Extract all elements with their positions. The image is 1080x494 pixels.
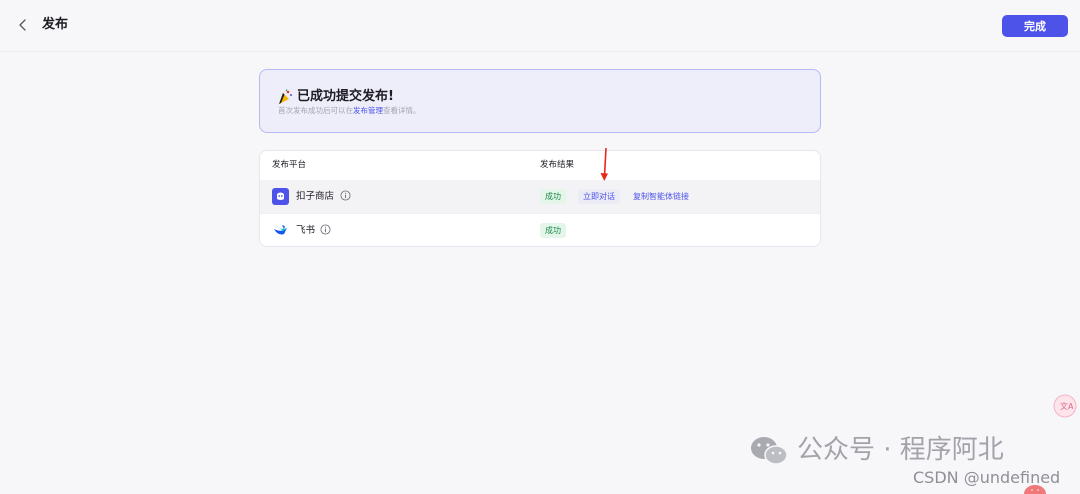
platform-name: 飞书 (296, 225, 316, 236)
svg-text:文A: 文A (1060, 401, 1074, 411)
coze-store-icon (272, 188, 289, 205)
feishu-icon (274, 225, 287, 235)
copy-agent-link-button[interactable]: 复制智能体链接 (633, 189, 689, 204)
wechat-icon (751, 437, 788, 465)
banner-sub-before: 首次发布成功后可以在 (278, 106, 353, 115)
done-button[interactable]: 完成 (1002, 15, 1068, 37)
publish-result-table: 发布平台 发布结果 扣子商店 成功 立即对话 复制智能体链接 飞书 成功 (259, 150, 821, 247)
publish-management-link[interactable]: 发布管理 (353, 106, 383, 115)
table-row: 飞书 成功 (260, 213, 820, 246)
page-title: 发布 (42, 17, 69, 32)
column-header-result: 发布结果 (540, 160, 575, 170)
success-banner: 已成功提交发布! 首次发布成功后可以在发布管理查看详情。 (259, 69, 821, 133)
top-bar: 发布 完成 (0, 0, 1080, 52)
table-header: 发布平台 发布结果 (260, 151, 820, 180)
party-popper-icon (279, 89, 292, 104)
table-row: 扣子商店 成功 立即对话 复制智能体链接 (260, 180, 820, 214)
banner-subtitle: 首次发布成功后可以在发布管理查看详情。 (278, 105, 421, 117)
back-arrow-icon[interactable] (14, 16, 32, 34)
status-badge: 成功 (540, 223, 566, 238)
avatar (1024, 485, 1046, 494)
banner-sub-after: 查看详情。 (383, 106, 421, 115)
translate-icon[interactable]: 文A (1053, 394, 1077, 418)
platform-name: 扣子商店 (296, 191, 335, 202)
watermark-text: 公众号 · 程序阿北 (797, 435, 1004, 465)
info-icon[interactable] (340, 190, 351, 201)
info-icon[interactable] (320, 224, 331, 235)
status-badge: 成功 (540, 189, 566, 204)
red-arrow-annotation (600, 147, 608, 181)
chat-now-button[interactable]: 立即对话 (578, 189, 620, 204)
banner-title: 已成功提交发布! (297, 89, 394, 104)
column-header-platform: 发布平台 (272, 160, 307, 170)
